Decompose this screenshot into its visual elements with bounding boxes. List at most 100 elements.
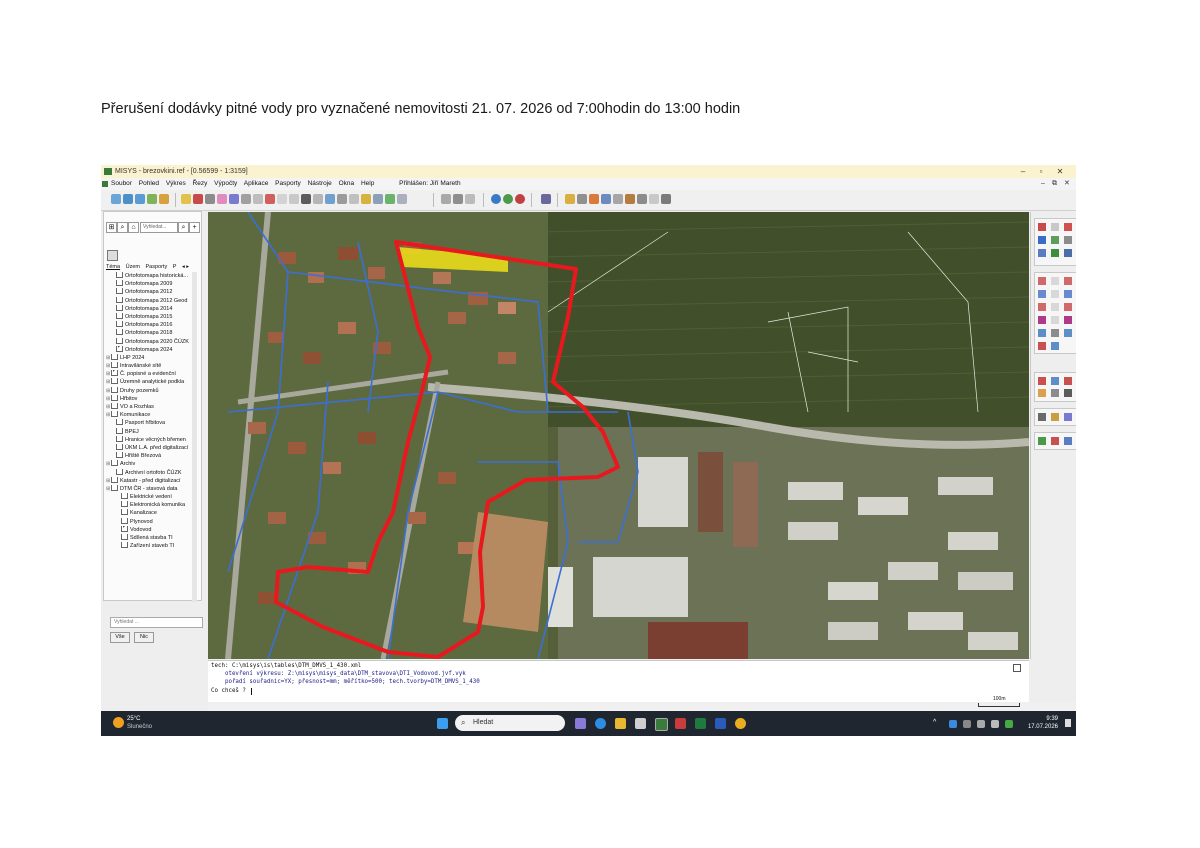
- layer-checkbox[interactable]: [111, 394, 118, 401]
- layer-checkbox[interactable]: [111, 378, 118, 385]
- layer-row[interactable]: Plynovod: [106, 517, 192, 526]
- select-none-button[interactable]: Nic: [134, 632, 154, 643]
- copy-icon[interactable]: [277, 194, 287, 204]
- layer-checkbox[interactable]: [116, 345, 123, 352]
- wms-icon[interactable]: [503, 194, 513, 204]
- layer-row[interactable]: Ortofotomapa 2020 ČÚZK: [106, 337, 192, 346]
- symbol-icon[interactable]: [625, 194, 635, 204]
- cross-icon[interactable]: [1064, 223, 1072, 231]
- pan-icon[interactable]: [147, 194, 157, 204]
- layer-tree-scrollbar[interactable]: [192, 272, 197, 602]
- menu-pohled[interactable]: Pohled: [139, 180, 159, 187]
- layer-row[interactable]: Archivní ortofoto ČÚZK: [106, 468, 192, 477]
- zoom-window-icon[interactable]: [135, 194, 145, 204]
- draw-line-icon[interactable]: [577, 194, 587, 204]
- measure-icon[interactable]: [229, 194, 239, 204]
- misys-taskbar-icon[interactable]: [655, 718, 668, 731]
- globe-icon[interactable]: [491, 194, 501, 204]
- vertex-icon[interactable]: [1064, 389, 1072, 397]
- layer-row[interactable]: Ortofotomapa 2009: [106, 280, 192, 288]
- menu-nastroje[interactable]: Nástroje: [308, 180, 332, 187]
- layer-checkbox[interactable]: [116, 321, 123, 328]
- minimize-button[interactable]: –: [1016, 165, 1030, 178]
- layer-checkbox[interactable]: [111, 411, 118, 418]
- tray-battery-icon[interactable]: [1005, 720, 1013, 728]
- layer-row[interactable]: ⊞ VO a Rozhlas: [106, 403, 192, 411]
- menu-vykres[interactable]: Výkres: [166, 180, 186, 187]
- undo-icon[interactable]: [1038, 223, 1046, 231]
- map-view[interactable]: [208, 212, 1029, 659]
- sum-icon[interactable]: [1051, 437, 1059, 445]
- mdi-close-button[interactable]: ✕: [1064, 178, 1070, 190]
- layer-checkbox[interactable]: [121, 542, 128, 549]
- layer-checkbox[interactable]: [121, 517, 128, 524]
- polyline-tool-icon[interactable]: [217, 194, 227, 204]
- open-icon[interactable]: [565, 194, 575, 204]
- delete-icon[interactable]: [265, 194, 275, 204]
- area-icon[interactable]: [1038, 437, 1046, 445]
- print-preview-icon[interactable]: [337, 194, 347, 204]
- magnifier-icon[interactable]: ⌕: [117, 222, 128, 233]
- properties-icon[interactable]: [313, 194, 323, 204]
- layer-row[interactable]: Ortofotomapa 2018: [106, 329, 192, 337]
- add-icon[interactable]: +: [189, 222, 200, 233]
- layer-checkbox[interactable]: [116, 443, 123, 450]
- table-icon[interactable]: [325, 194, 335, 204]
- mark-icon[interactable]: [1051, 223, 1059, 231]
- mdi-restore-button[interactable]: ⧉: [1052, 178, 1057, 190]
- print-setup-icon[interactable]: [453, 194, 463, 204]
- bucket-icon[interactable]: [1051, 377, 1059, 385]
- folder-icon[interactable]: [361, 194, 371, 204]
- snap-icon[interactable]: [241, 194, 251, 204]
- layer-checkbox[interactable]: [116, 288, 123, 295]
- layer-checkbox[interactable]: [121, 501, 128, 508]
- frame-12-icon[interactable]: [1064, 316, 1072, 324]
- layer-checkbox[interactable]: [111, 370, 118, 377]
- layer-row[interactable]: ⊞ Archiv: [106, 460, 192, 468]
- layer-checkbox[interactable]: [116, 452, 123, 459]
- layer-row[interactable]: Ortofotomapa historická...: [106, 272, 192, 280]
- zoom-plus-icon[interactable]: [1038, 329, 1046, 337]
- people-icon[interactable]: [575, 718, 586, 729]
- tab-tema[interactable]: Téma: [106, 264, 120, 270]
- tab-scroll-icon[interactable]: ◂ ▸: [182, 264, 189, 270]
- layer-checkbox[interactable]: [121, 534, 128, 541]
- frame-8-icon[interactable]: [1051, 303, 1059, 311]
- excel-icon[interactable]: [695, 718, 706, 729]
- pointer-icon[interactable]: [193, 194, 203, 204]
- export-icon[interactable]: [373, 194, 383, 204]
- layer-row[interactable]: Zařízení staveb TI: [106, 542, 192, 550]
- tray-network-icon[interactable]: [977, 720, 985, 728]
- frame-2-icon[interactable]: [1051, 277, 1059, 285]
- zoom-fit-icon[interactable]: [1064, 329, 1072, 337]
- document-icon[interactable]: [289, 194, 299, 204]
- zoom-out-icon[interactable]: [123, 194, 133, 204]
- table-calc-icon[interactable]: [1064, 437, 1072, 445]
- frame-1-icon[interactable]: [1038, 277, 1046, 285]
- print-icon[interactable]: [441, 194, 451, 204]
- home-icon[interactable]: ⌂: [128, 222, 139, 233]
- node-icon[interactable]: [1051, 389, 1059, 397]
- mdi-minimize-button[interactable]: –: [1041, 178, 1045, 190]
- photo-icon[interactable]: [1051, 249, 1059, 257]
- layer-row[interactable]: Ortofotomapa 2015: [106, 312, 192, 321]
- layer-row[interactable]: ⊞ Hřbitov: [106, 394, 192, 403]
- layer-checkbox[interactable]: [116, 435, 123, 442]
- pen-icon[interactable]: [1038, 413, 1046, 421]
- calc-icon[interactable]: [649, 194, 659, 204]
- label-icon[interactable]: [613, 194, 623, 204]
- layer-checkbox[interactable]: [116, 280, 123, 287]
- pdf-icon[interactable]: [675, 718, 686, 729]
- marker-icon[interactable]: [1038, 377, 1046, 385]
- layer-row[interactable]: ⊞ Komunikace: [106, 411, 192, 419]
- move-icon[interactable]: [1051, 236, 1059, 244]
- tab-uzemi[interactable]: Územ: [126, 264, 140, 270]
- layer-checkbox[interactable]: [116, 419, 123, 426]
- layer-checkbox[interactable]: [116, 427, 123, 434]
- layer-row[interactable]: Ortofotomapa 2016: [106, 321, 192, 329]
- tray-volume-icon[interactable]: [991, 720, 999, 728]
- map-icon[interactable]: [385, 194, 395, 204]
- layer-checkbox[interactable]: [121, 525, 128, 532]
- layer-checkbox[interactable]: [121, 509, 128, 516]
- layer-checkbox[interactable]: [116, 312, 123, 319]
